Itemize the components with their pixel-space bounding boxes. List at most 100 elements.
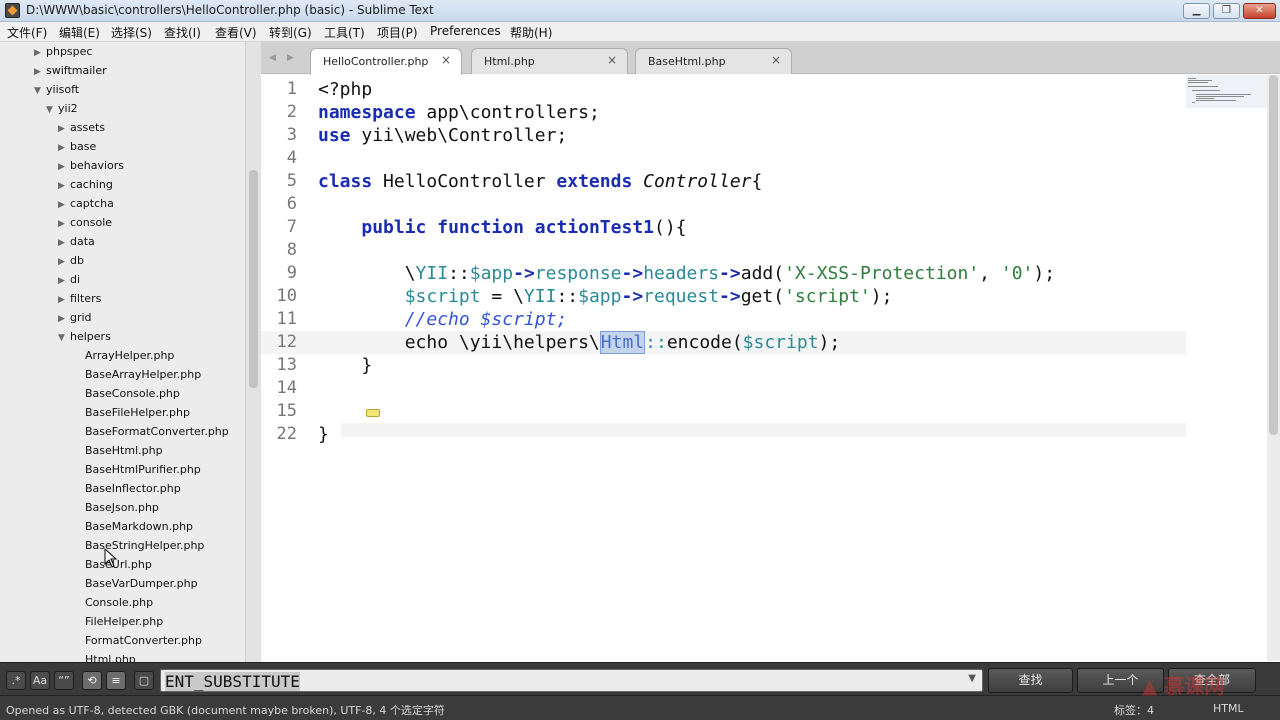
close-icon[interactable]: × bbox=[441, 53, 451, 67]
code-line[interactable]: 2 namespace app\controllers; bbox=[261, 101, 1267, 124]
code-token: function bbox=[437, 217, 524, 238]
minimap[interactable] bbox=[1186, 75, 1267, 661]
menu-help[interactable]: 帮助(H) bbox=[510, 24, 552, 41]
code-token: } bbox=[318, 355, 373, 376]
sidebar-file-arrayhelper[interactable]: ArrayHelper.php bbox=[85, 346, 174, 365]
menu-project[interactable]: 项目(P) bbox=[377, 24, 418, 41]
sidebar-file-basestringhelper[interactable]: BaseStringHelper.php bbox=[85, 536, 204, 555]
tab-scroll-left-icon[interactable]: ◀ bbox=[269, 53, 276, 63]
code-line[interactable]: 10 $script = \YII::$app->request->get('s… bbox=[261, 285, 1267, 308]
sidebar-file-baseurl[interactable]: BaseUrl.php bbox=[85, 555, 152, 574]
sidebar-file-html[interactable]: Html.php bbox=[85, 650, 136, 662]
find-input[interactable]: ENT_SUBSTITUTE ▼ bbox=[160, 669, 983, 692]
tab-label: Html.php bbox=[484, 55, 535, 68]
tab-html[interactable]: Html.php × bbox=[471, 48, 628, 74]
syntax-indicator[interactable]: HTML bbox=[1213, 702, 1244, 715]
code-line[interactable]: 6 bbox=[261, 193, 1267, 216]
chevron-down-icon[interactable]: ▼ bbox=[968, 673, 976, 684]
sidebar-item-captcha[interactable]: ▶ captcha bbox=[58, 194, 114, 213]
sidebar-file-basehtml[interactable]: BaseHtml.php bbox=[85, 441, 163, 460]
line-number: 7 bbox=[286, 217, 297, 237]
tab-label: HelloController.php bbox=[323, 55, 429, 68]
code-line[interactable]: 7 public function actionTest1(){ bbox=[261, 216, 1267, 239]
sidebar-file-basearrayhelper[interactable]: BaseArrayHelper.php bbox=[85, 365, 201, 384]
tab-hellocontroller[interactable]: HelloController.php × bbox=[310, 48, 462, 75]
sidebar-file-baseinflector[interactable]: BaseInflector.php bbox=[85, 479, 181, 498]
sidebar-item-behaviors[interactable]: ▶ behaviors bbox=[58, 156, 124, 175]
code-line[interactable]: 4 bbox=[261, 147, 1267, 170]
sidebar-item-helpers[interactable]: ▼ helpers bbox=[58, 327, 111, 346]
sidebar-file-filehelper[interactable]: FileHelper.php bbox=[85, 612, 163, 631]
code-editor[interactable]: 1 <?php 2 namespace app\controllers; 3 use yi… bbox=[261, 75, 1267, 661]
menu-goto[interactable]: 转到(G) bbox=[269, 24, 312, 41]
code-token: Html bbox=[599, 331, 646, 354]
sidebar-item-grid[interactable]: ▶ grid bbox=[58, 308, 92, 327]
find-button[interactable]: 查找 bbox=[988, 668, 1073, 693]
sidebar-item-filters[interactable]: ▶ filters bbox=[58, 289, 101, 308]
sidebar-item-yii2[interactable]: ▼ yii2 bbox=[46, 99, 78, 118]
tab-scroll-right-icon[interactable]: ▶ bbox=[287, 53, 294, 63]
menu-selection[interactable]: 选择(S) bbox=[111, 24, 152, 41]
editor-scroll-thumb[interactable] bbox=[1269, 75, 1278, 435]
sidebar-file-baseformatconverter[interactable]: BaseFormatConverter.php bbox=[85, 422, 229, 441]
code-line[interactable]: 1 <?php bbox=[261, 78, 1267, 101]
maximize-button[interactable]: ❐ bbox=[1213, 3, 1240, 19]
code-token: get( bbox=[740, 286, 785, 307]
menu-edit[interactable]: 编辑(E) bbox=[59, 24, 100, 41]
mouse-pointer-icon bbox=[104, 548, 118, 568]
in-selection-toggle[interactable]: ≡ bbox=[106, 671, 126, 690]
sidebar-file-basejson[interactable]: BaseJson.php bbox=[85, 498, 159, 517]
minimize-button[interactable]: ▁ bbox=[1183, 3, 1210, 19]
menu-tools[interactable]: 工具(T) bbox=[324, 24, 365, 41]
sidebar-file-baseconsole[interactable]: BaseConsole.php bbox=[85, 384, 180, 403]
editor-scrollbar[interactable] bbox=[1267, 75, 1280, 661]
code-line[interactable]: 3 use yii\web\Controller; bbox=[261, 124, 1267, 147]
menu-find[interactable]: 查找(I) bbox=[164, 24, 201, 41]
status-bar: Opened as UTF-8, detected GBK (document … bbox=[0, 695, 1280, 720]
tab-basehtml[interactable]: BaseHtml.php × bbox=[635, 48, 792, 74]
sidebar-item-caching[interactable]: ▶ caching bbox=[58, 175, 113, 194]
code-line[interactable]: 14 bbox=[261, 377, 1267, 400]
sidebar-item-yiisoft[interactable]: ▼ yiisoft bbox=[34, 80, 79, 99]
sidebar-item-di[interactable]: ▶ di bbox=[58, 270, 80, 289]
sidebar-item-phpspec[interactable]: ▶ phpspec bbox=[34, 42, 92, 61]
sidebar-item-swiftmailer[interactable]: ▶ swiftmailer bbox=[34, 61, 107, 80]
menu-file[interactable]: 文件(F) bbox=[7, 24, 47, 41]
code-line[interactable]: 13 } bbox=[261, 354, 1267, 377]
sidebar-item-assets[interactable]: ▶ assets bbox=[58, 118, 105, 137]
regex-toggle[interactable]: .* bbox=[6, 671, 26, 690]
tab-size-indicator[interactable]: 标签：4 bbox=[1114, 702, 1154, 718]
sidebar-item-base[interactable]: ▶ base bbox=[58, 137, 96, 156]
sidebar-file-formatconverter[interactable]: FormatConverter.php bbox=[85, 631, 202, 650]
code-token: $app bbox=[578, 286, 622, 307]
sidebar-file-basehtmlpurifier[interactable]: BaseHtmlPurifier.php bbox=[85, 460, 201, 479]
sidebar-file-basevardumper[interactable]: BaseVarDumper.php bbox=[85, 574, 198, 593]
sidebar-item-db[interactable]: ▶ db bbox=[58, 251, 84, 270]
case-sensitive-toggle[interactable]: Aa bbox=[30, 671, 50, 690]
code-line[interactable]: 8 bbox=[261, 239, 1267, 262]
minimap-line bbox=[1192, 90, 1220, 91]
code-line[interactable]: 11 //echo $script; bbox=[261, 308, 1267, 331]
wrap-around-toggle[interactable]: ⟲ bbox=[82, 671, 102, 690]
sidebar-file-console[interactable]: Console.php bbox=[85, 593, 153, 612]
close-icon[interactable]: × bbox=[607, 53, 617, 67]
close-icon[interactable]: × bbox=[771, 53, 781, 67]
code-line[interactable]: 5 class HelloController extends Controlle… bbox=[261, 170, 1267, 193]
menu-preferences[interactable]: Preferences bbox=[430, 24, 501, 38]
sidebar-scrollbar[interactable] bbox=[245, 42, 261, 662]
highlight-matches-toggle[interactable]: ▢ bbox=[134, 671, 154, 690]
code-token: -> bbox=[513, 263, 535, 284]
menu-view[interactable]: 查看(V) bbox=[215, 24, 257, 41]
code-line[interactable]: 12 echo \yii\helpers\Html::encode($scrip… bbox=[261, 331, 1267, 354]
close-window-button[interactable]: ✕ bbox=[1243, 3, 1276, 19]
folded-code-icon[interactable] bbox=[366, 409, 380, 417]
code-line[interactable]: 15 bbox=[261, 400, 1267, 423]
code-line[interactable]: 22} bbox=[261, 423, 1267, 446]
sidebar-file-basemarkdown[interactable]: BaseMarkdown.php bbox=[85, 517, 193, 536]
sidebar-scroll-thumb[interactable] bbox=[249, 170, 258, 388]
code-line[interactable]: 9 \YII::$app->response->headers->add('X-… bbox=[261, 262, 1267, 285]
whole-word-toggle[interactable]: “” bbox=[54, 671, 74, 690]
sidebar-item-console[interactable]: ▶ console bbox=[58, 213, 112, 232]
sidebar-item-data[interactable]: ▶ data bbox=[58, 232, 95, 251]
sidebar-file-basefilehelper[interactable]: BaseFileHelper.php bbox=[85, 403, 190, 422]
